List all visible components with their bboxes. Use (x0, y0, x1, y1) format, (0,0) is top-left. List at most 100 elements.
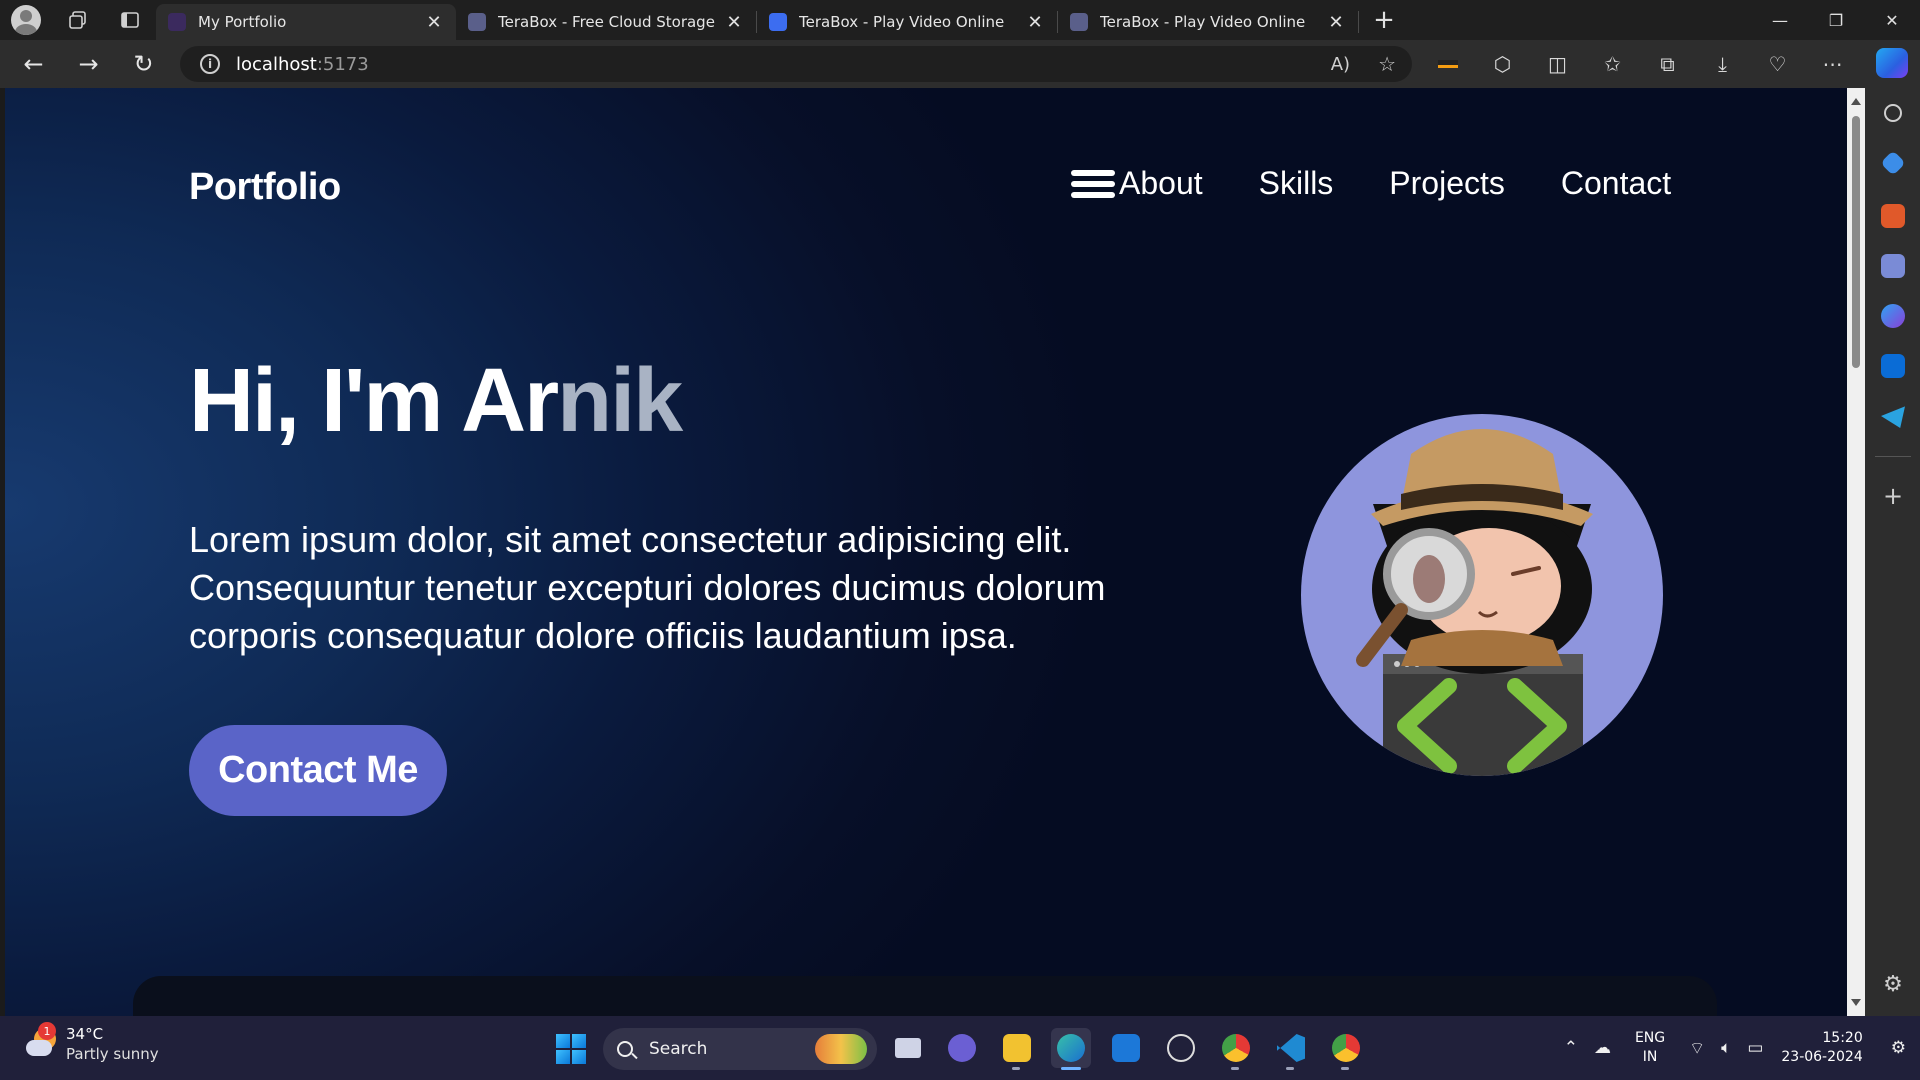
refresh-button[interactable]: ↻ (116, 40, 171, 88)
sidebar-tools-icon[interactable] (1881, 204, 1905, 228)
octocat-detective-avatar (1301, 414, 1663, 776)
meet-app-icon[interactable] (942, 1028, 982, 1068)
lang-line-1: ENG (1634, 1030, 1666, 1046)
dell-app-icon[interactable] (1161, 1028, 1201, 1068)
tab-title: TeraBox - Free Cloud Storage Up (498, 13, 716, 31)
tab-title: TeraBox - Play Video Online (799, 13, 1005, 31)
portfolio-favicon-icon (168, 13, 186, 31)
forward-button[interactable]: → (61, 40, 116, 88)
nav-link-contact[interactable]: Contact (1561, 165, 1671, 202)
close-tab-icon[interactable]: ✕ (1025, 12, 1045, 33)
site-brand[interactable]: Portfolio (189, 166, 341, 209)
taskbar-search[interactable]: Search (603, 1028, 877, 1070)
hero-title-main: Hi, I'm Ar (189, 351, 559, 451)
clock-time: 15:20 (1822, 1030, 1863, 1046)
new-tab-button[interactable]: + (1359, 0, 1409, 40)
split-screen-icon[interactable]: ◫ (1530, 40, 1585, 88)
wifi-icon[interactable]: ⌔ (1689, 1038, 1705, 1059)
workspaces-icon[interactable] (52, 0, 104, 40)
weather-temp: 34°C (66, 1025, 104, 1043)
chrome-profile-a-icon[interactable] (1216, 1028, 1256, 1070)
favorites-icon[interactable]: ✩ (1585, 40, 1640, 88)
browser-essentials-icon[interactable]: ♡ (1750, 40, 1805, 88)
page-scrollbar[interactable] (1847, 88, 1865, 1016)
sidebar-shopping-icon[interactable] (1880, 150, 1906, 176)
mail-app-icon[interactable] (1106, 1028, 1146, 1068)
favorite-star-icon[interactable]: ☆ (1378, 52, 1396, 76)
tab-terabox-video-2[interactable]: TeraBox - Play Video Online ✕ (1058, 4, 1358, 40)
url-port: :5173 (316, 53, 369, 75)
read-aloud-icon[interactable]: A) (1331, 54, 1350, 75)
sidebar-search-icon[interactable] (1884, 104, 1902, 122)
site-info-icon[interactable]: i (200, 54, 220, 74)
tab-strip: My Portfolio ✕ TeraBox - Free Cloud Stor… (0, 0, 1920, 40)
extensions-puzzle-icon[interactable]: ⬡ (1475, 40, 1530, 88)
restore-button[interactable]: ❐ (1808, 0, 1864, 40)
edge-sidebar: + ⚙ (1865, 88, 1920, 1016)
weather-condition: Partly sunny (66, 1045, 159, 1063)
sidebar-outlook-icon[interactable] (1881, 354, 1905, 378)
language-indicator[interactable]: ENG IN (1635, 1029, 1665, 1067)
nav-link-about[interactable]: About (1119, 165, 1203, 202)
nav-link-skills[interactable]: Skills (1259, 165, 1334, 202)
tab-title: TeraBox - Play Video Online (1100, 13, 1306, 31)
contact-me-button[interactable]: Contact Me (189, 725, 447, 816)
terabox-favicon-icon (769, 13, 787, 31)
partly-sunny-icon: 1 (22, 1022, 58, 1062)
task-view-button[interactable] (888, 1028, 928, 1068)
hero-title-faded: nik (557, 351, 683, 451)
sidebar-separator (1875, 456, 1911, 457)
site-nav: About Skills Projects Contact (1071, 164, 1671, 202)
extension-icon[interactable] (1420, 40, 1475, 88)
show-hidden-icons-chevron-icon[interactable]: ⌃ (1564, 1038, 1578, 1058)
address-bar[interactable]: i localhost:5173 A) ☆ (180, 46, 1412, 82)
browser-toolbar: ← → ↻ i localhost:5173 A) ☆ ⬡ ◫ ✩ ⧉ ⤓ ♡ … (0, 40, 1920, 88)
file-explorer-icon[interactable] (997, 1028, 1037, 1070)
sidebar-games-icon[interactable] (1881, 254, 1905, 278)
sidebar-telegram-icon[interactable] (1881, 406, 1905, 428)
hamburger-menu-icon[interactable] (1071, 164, 1117, 202)
tab-title: My Portfolio (198, 13, 287, 31)
scrollbar-thumb[interactable] (1852, 116, 1860, 368)
clock[interactable]: 15:20 23-06-2024 (1781, 1029, 1862, 1067)
start-button[interactable] (556, 1034, 586, 1064)
windows-taskbar: 1 34°C Partly sunny Search ⌃ ☁ ENG IN ⌔ … (0, 1016, 1920, 1080)
tab-terabox-video-1[interactable]: TeraBox - Play Video Online ✕ (757, 4, 1057, 40)
downloads-icon[interactable]: ⤓ (1695, 40, 1750, 88)
scroll-down-arrow-icon[interactable] (1851, 999, 1861, 1006)
onedrive-icon[interactable]: ☁ (1594, 1038, 1611, 1058)
lang-line-2: IN (1642, 1049, 1658, 1065)
close-tab-icon[interactable]: ✕ (1326, 12, 1346, 33)
profile-button[interactable] (0, 0, 52, 40)
search-icon (617, 1041, 633, 1057)
more-menu-icon[interactable]: ⋯ (1805, 40, 1860, 88)
profile-avatar-icon (11, 5, 41, 35)
clock-date: 23-06-2024 (1781, 1049, 1863, 1065)
sidebar-settings-gear-icon[interactable]: ⚙ (1881, 972, 1905, 997)
edge-browser-icon[interactable] (1051, 1028, 1091, 1070)
volume-icon[interactable]: 🔈︎ (1721, 1038, 1731, 1058)
weather-widget[interactable]: 1 34°C Partly sunny (22, 1022, 159, 1064)
weather-badge: 1 (38, 1022, 56, 1040)
close-window-button[interactable]: ✕ (1864, 0, 1920, 40)
scroll-up-arrow-icon[interactable] (1851, 98, 1861, 105)
tab-my-portfolio[interactable]: My Portfolio ✕ (156, 4, 456, 40)
sidebar-add-icon[interactable]: + (1881, 482, 1905, 510)
tab-terabox-storage[interactable]: TeraBox - Free Cloud Storage Up ✕ (456, 4, 756, 40)
close-tab-icon[interactable]: ✕ (424, 12, 444, 33)
copilot-icon[interactable] (1876, 48, 1908, 78)
toolbar-actions: ⬡ ◫ ✩ ⧉ ⤓ ♡ ⋯ (1420, 40, 1860, 88)
sidebar-microsoft365-icon[interactable] (1881, 304, 1905, 328)
close-tab-icon[interactable]: ✕ (724, 12, 744, 33)
battery-icon[interactable]: ▭ (1747, 1038, 1763, 1058)
back-button[interactable]: ← (6, 40, 61, 88)
search-highlight-icon (815, 1034, 867, 1064)
minimize-button[interactable]: — (1752, 0, 1808, 40)
notifications-icon[interactable]: ⚙ (1891, 1038, 1906, 1058)
nav-link-projects[interactable]: Projects (1389, 165, 1505, 202)
collections-icon[interactable]: ⧉ (1640, 40, 1695, 88)
tab-actions-icon[interactable] (104, 0, 156, 40)
terabox-favicon-icon (1070, 13, 1088, 31)
chrome-profile-b-icon[interactable] (1326, 1028, 1366, 1070)
vscode-icon[interactable] (1271, 1028, 1311, 1070)
